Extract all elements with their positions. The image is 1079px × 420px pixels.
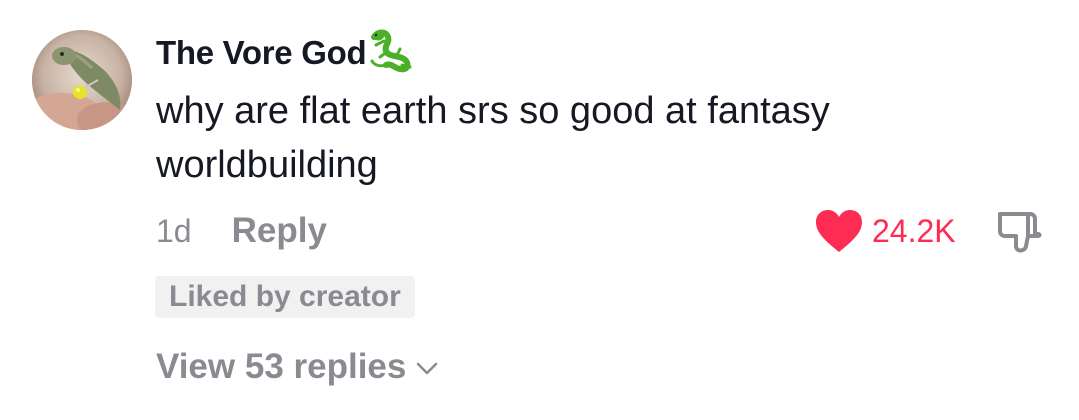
- view-replies-button[interactable]: View 53 replies: [156, 344, 438, 390]
- liked-by-creator-badge: Liked by creator: [155, 276, 415, 318]
- dislike-icon[interactable]: [994, 206, 1044, 256]
- chevron-down-icon: [417, 362, 438, 375]
- like-group[interactable]: 24.2K: [814, 206, 956, 256]
- timestamp: 1d: [156, 212, 192, 249]
- comment-text: why are flat earth srs so good at fantas…: [156, 90, 830, 186]
- username[interactable]: The Vore God: [156, 34, 367, 72]
- username-row: The Vore God: [156, 28, 414, 78]
- reply-button[interactable]: Reply: [232, 211, 327, 251]
- lizard-icon: [370, 29, 412, 73]
- comment-item: The Vore God why are flat earth srs so g…: [0, 0, 1079, 420]
- avatar[interactable]: [32, 30, 132, 130]
- comment-meta: 1d Reply: [156, 208, 327, 254]
- like-count: 24.2K: [872, 212, 956, 249]
- badge-label: Liked by creator: [169, 280, 401, 313]
- heart-icon[interactable]: [814, 208, 864, 254]
- view-replies-label: View 53 replies: [156, 347, 407, 386]
